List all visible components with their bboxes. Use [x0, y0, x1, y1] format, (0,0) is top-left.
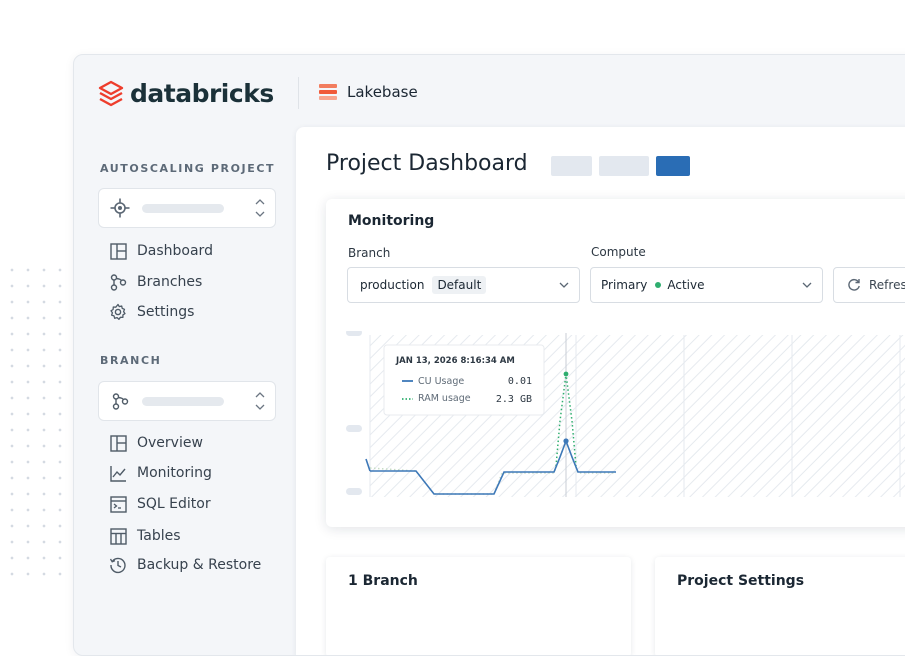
refresh-button[interactable]: Refres [833, 267, 905, 303]
table-icon [109, 527, 127, 545]
y-tick-placeholder [346, 331, 362, 336]
project-selector[interactable] [98, 188, 276, 228]
project-name-placeholder [142, 203, 224, 213]
cu-usage-series-start [365, 458, 371, 472]
decorative-dot-grid [4, 262, 66, 582]
chevron-updown-icon [255, 199, 265, 217]
project-section-label: AUTOSCALING PROJECT [100, 162, 276, 175]
default-badge: Default [432, 276, 487, 294]
branch-icon [110, 391, 130, 411]
y-tick-placeholder [346, 488, 362, 495]
sidebar-item-sql-editor[interactable]: SQL Editor [109, 494, 211, 514]
sidebar-item-backup-restore[interactable]: Backup & Restore [109, 555, 261, 575]
gear-icon [109, 303, 127, 321]
product-switcher[interactable]: Lakebase [319, 83, 418, 101]
sidebar-item-label: Dashboard [137, 243, 213, 259]
app-window: databricks Lakebase AUTOSCALING PROJECT [73, 54, 905, 656]
sidebar-item-label: Backup & Restore [137, 557, 262, 573]
tooltip-cu-label: CU Usage [418, 376, 464, 387]
chart-tooltip: JAN 13, 2026 8:16:34 AM CU Usage 0.01 RA… [383, 344, 545, 416]
terminal-icon [109, 495, 127, 513]
sidebar-item-dashboard[interactable]: Dashboard [109, 241, 213, 261]
monitoring-title: Monitoring [348, 213, 435, 229]
main-content: Project Dashboard Monitoring Branch prod… [296, 127, 905, 655]
databricks-logo-icon [98, 80, 124, 106]
project-icon [110, 198, 130, 218]
header-placeholder-button[interactable] [551, 156, 592, 176]
tooltip-cu-value: 0.01 [508, 376, 532, 387]
branch-selector[interactable] [98, 381, 276, 421]
status-dot-icon [655, 282, 662, 288]
compute-field-label: Compute [591, 245, 646, 259]
compute-status-text: Active [667, 278, 705, 292]
branch-section-label: BRANCH [100, 354, 162, 367]
chevron-down-icon [802, 282, 812, 288]
brand-name: databricks [130, 79, 274, 108]
chevron-updown-icon [255, 392, 265, 410]
branches-summary-title: 1 Branch [348, 573, 418, 589]
sidebar-item-branches[interactable]: Branches [109, 272, 202, 292]
product-name: Lakebase [347, 83, 418, 101]
sidebar-item-label: SQL Editor [137, 496, 211, 512]
tooltip-ram-label: RAM usage [418, 393, 471, 404]
project-settings-title: Project Settings [677, 573, 805, 589]
dashboard-icon [109, 434, 127, 452]
refresh-label: Refres [869, 278, 905, 292]
history-icon [109, 556, 127, 574]
cu-usage-marker [563, 438, 569, 444]
sidebar-item-tables[interactable]: Tables [109, 526, 181, 546]
branch-icon [109, 273, 127, 291]
header-placeholder-button[interactable] [599, 156, 649, 176]
tooltip-ram-value: 2.3 GB [496, 394, 532, 405]
line-chart-icon [109, 464, 127, 482]
sidebar-item-label: Settings [137, 304, 195, 320]
branch-dropdown-value: production [360, 278, 425, 292]
sidebar-item-label: Tables [137, 528, 181, 544]
sidebar-item-settings[interactable]: Settings [109, 302, 194, 322]
header-divider [298, 77, 299, 109]
usage-chart: JAN 13, 2026 8:16:34 AM CU Usage 0.01 RA… [346, 331, 905, 497]
y-tick-placeholder [346, 425, 362, 432]
page-title: Project Dashboard [326, 151, 528, 176]
chevron-down-icon [559, 282, 569, 288]
sidebar-item-label: Monitoring [137, 465, 212, 481]
refresh-icon [848, 278, 860, 291]
compute-dropdown-value: Primary [601, 278, 648, 292]
monitoring-card: Monitoring Branch production Default Com… [326, 199, 905, 527]
tooltip-timestamp: JAN 13, 2026 8:16:34 AM [395, 356, 515, 366]
branches-summary-card[interactable]: 1 Branch [326, 557, 631, 655]
ram-usage-marker [563, 371, 569, 377]
lakebase-icon [319, 84, 337, 100]
branch-field-label: Branch [348, 246, 391, 260]
databricks-logo[interactable]: databricks [98, 79, 274, 108]
branch-name-placeholder [142, 396, 224, 406]
header-primary-button[interactable] [656, 156, 690, 176]
sidebar-item-label: Branches [137, 274, 203, 290]
sidebar-item-label: Overview [137, 435, 203, 451]
sidebar-item-monitoring[interactable]: Monitoring [109, 463, 212, 483]
sidebar-item-overview[interactable]: Overview [109, 433, 203, 453]
dashboard-icon [109, 242, 127, 260]
compute-dropdown[interactable]: Primary Active [590, 267, 823, 303]
branch-dropdown[interactable]: production Default [347, 267, 580, 303]
project-settings-card[interactable]: Project Settings [655, 557, 905, 655]
